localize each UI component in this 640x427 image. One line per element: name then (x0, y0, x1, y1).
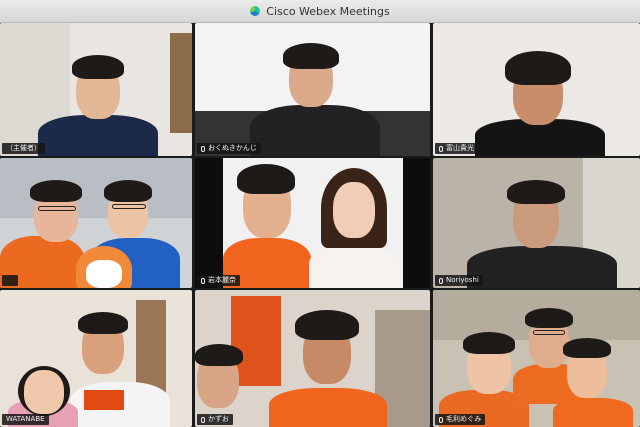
microphone-icon (201, 277, 205, 284)
participant-tile[interactable]: WATANABE (0, 290, 192, 427)
participant-video (0, 158, 192, 288)
participant-name-label: 富山貴光 (435, 143, 478, 154)
participant-tile[interactable]: かずお (195, 290, 430, 427)
participant-tile[interactable]: 岩本麗奈 (195, 158, 430, 288)
participant-video (0, 23, 192, 156)
participant-video (195, 290, 430, 427)
participant-tile[interactable]: Noriyoshi (433, 158, 640, 288)
webex-logo-icon (250, 6, 261, 16)
title-bar: Cisco Webex Meetings (0, 0, 640, 23)
participant-video (433, 23, 640, 156)
participant-name-label: （主催者） (2, 143, 45, 154)
participant-tile[interactable]: （主催者） (0, 23, 192, 156)
microphone-icon (439, 277, 443, 284)
microphone-icon (439, 416, 443, 423)
participant-tile[interactable]: 毛利めぐみ (433, 290, 640, 427)
microphone-icon (201, 416, 205, 423)
participant-tile[interactable] (0, 158, 192, 288)
participant-name-label: Noriyoshi (435, 275, 483, 286)
participant-name-label: WATANABE (2, 414, 49, 425)
microphone-icon (439, 145, 443, 152)
participant-video (195, 23, 430, 156)
participant-name-label: かずお (197, 414, 233, 425)
video-grid: （主催者） おくぬきかんじ 富山貴光 岩本麗奈 Noriyoshi WATANA… (0, 23, 640, 427)
microphone-icon (201, 145, 205, 152)
participant-video (433, 158, 640, 288)
participant-tile[interactable]: おくぬきかんじ (195, 23, 430, 156)
participant-name-label: 毛利めぐみ (435, 414, 486, 425)
participant-name-label (2, 275, 18, 286)
participant-video (433, 290, 640, 427)
participant-video (223, 158, 403, 288)
participant-video (0, 290, 192, 427)
participant-name-label: 岩本麗奈 (197, 275, 240, 286)
participant-name-label: おくぬきかんじ (197, 143, 261, 154)
mascot-figure (76, 246, 132, 288)
participant-tile[interactable]: 富山貴光 (433, 23, 640, 156)
window-title: Cisco Webex Meetings (266, 4, 390, 18)
